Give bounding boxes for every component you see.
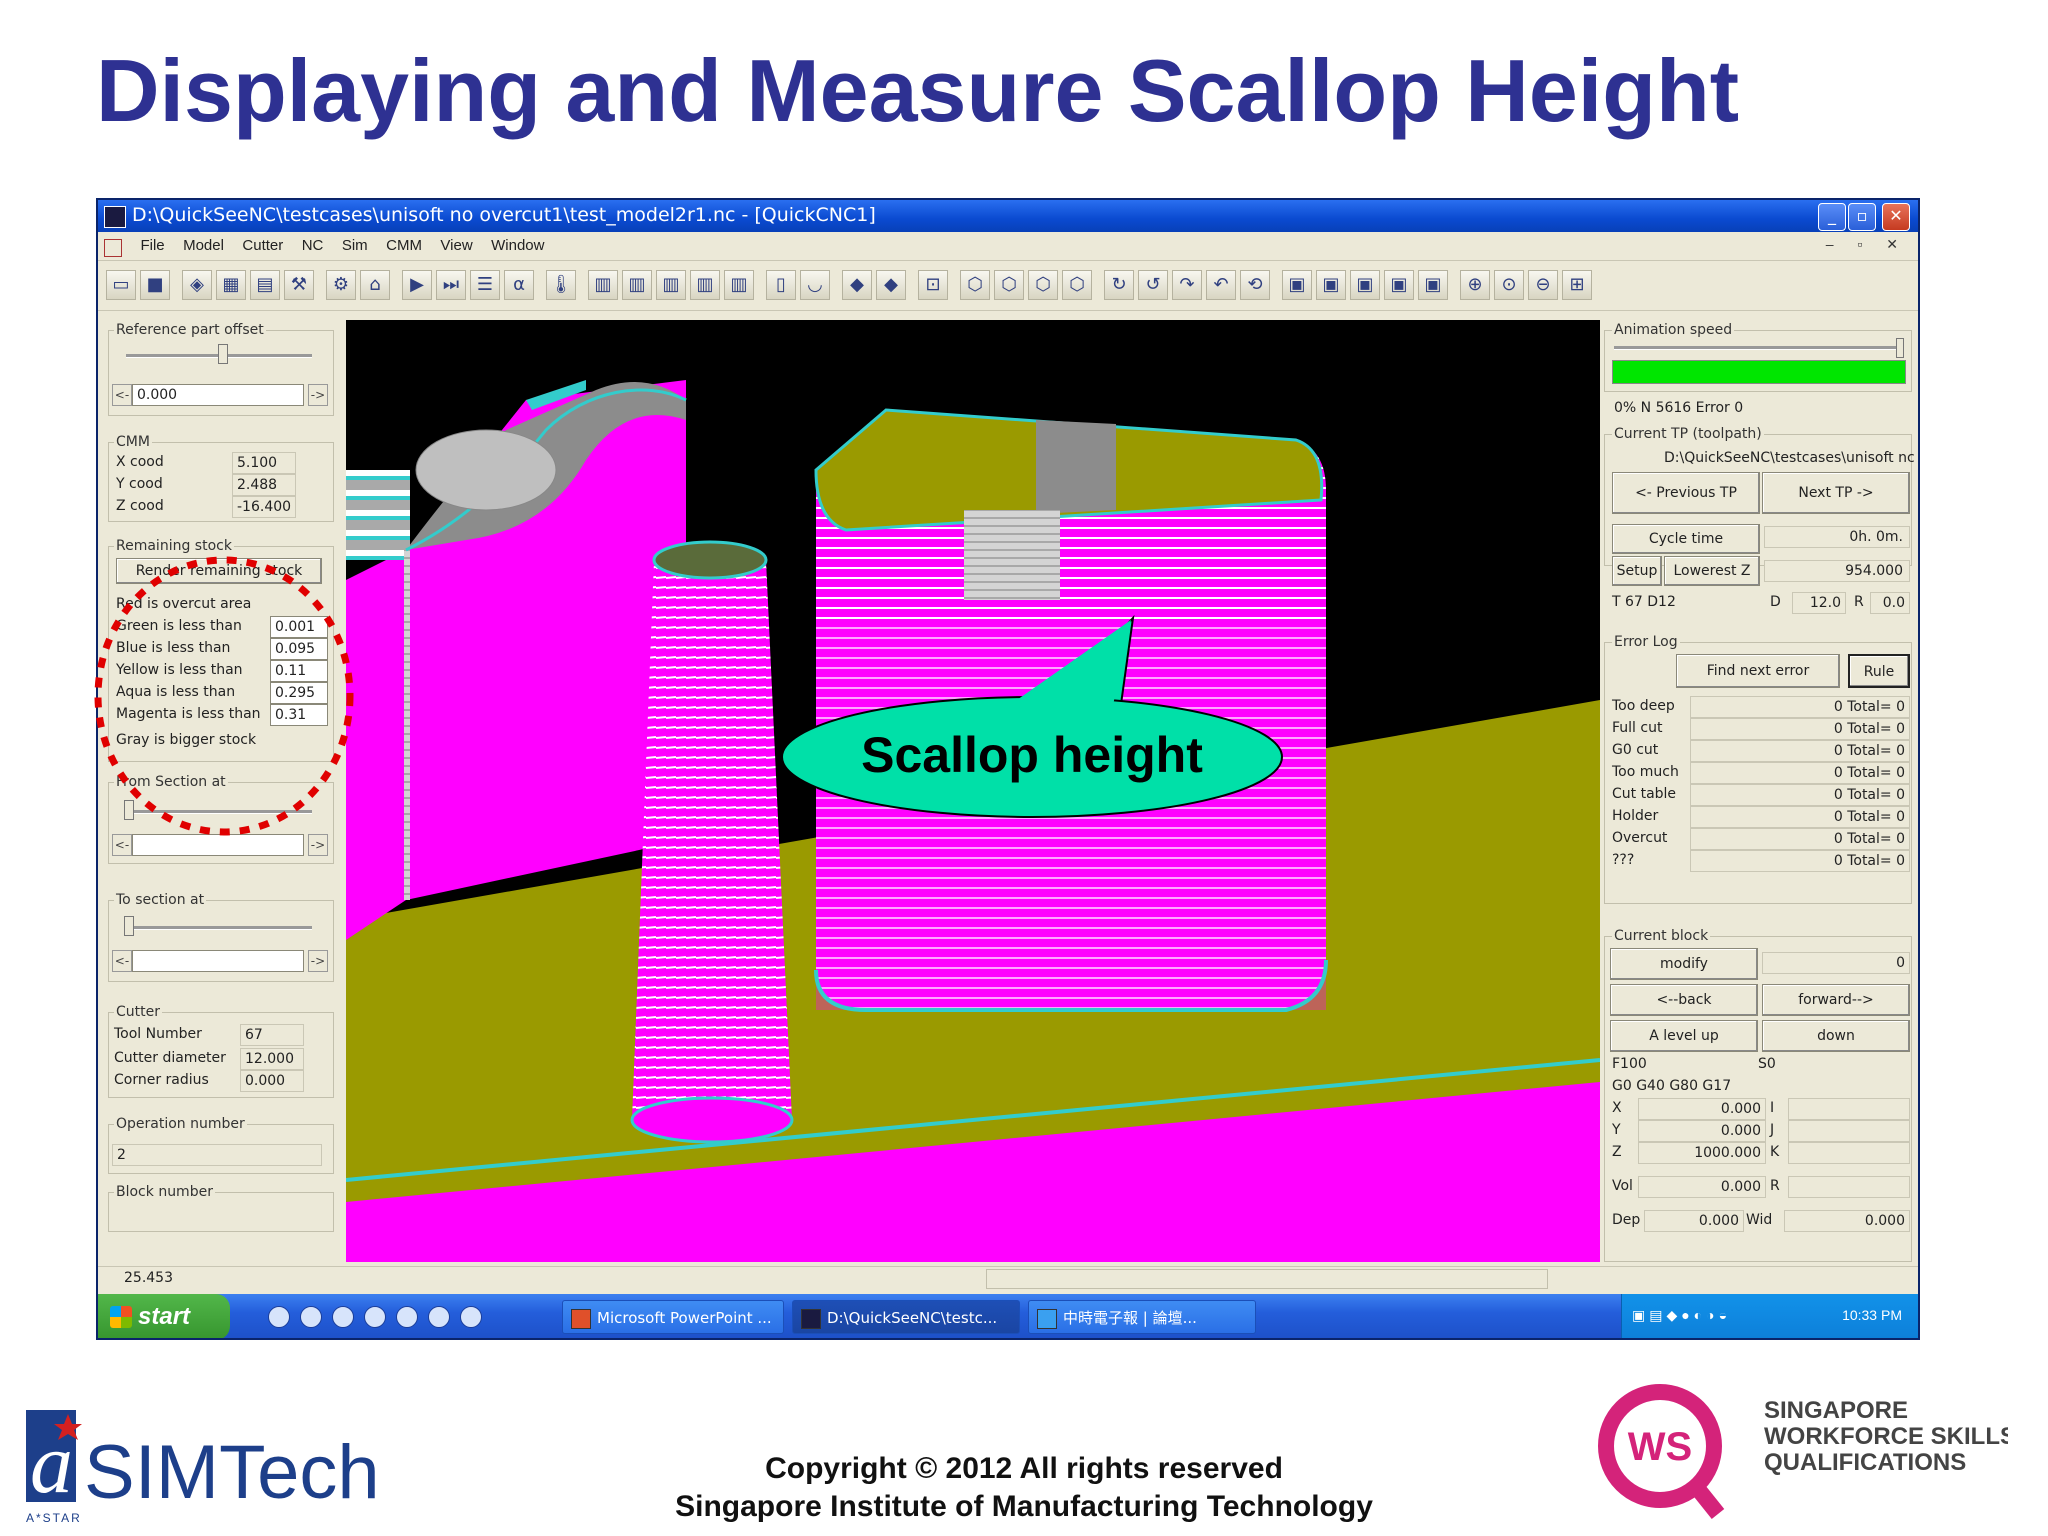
annotation-overlay: [94, 556, 354, 836]
wsq-line-1: SINGAPORE: [1764, 1397, 1908, 1424]
wsq-logo: WS SINGAPORE WORKFORCE SKILLS QUALIFICAT…: [1588, 1380, 2016, 1530]
wsq-tail: [1687, 1479, 1725, 1519]
wsq-mark: WS: [1628, 1425, 1692, 1469]
wsq-line-3: QUALIFICATIONS: [1764, 1449, 1966, 1476]
annotation-circle: [94, 556, 354, 836]
wsq-line-2: WORKFORCE SKILLS: [1764, 1423, 2008, 1450]
